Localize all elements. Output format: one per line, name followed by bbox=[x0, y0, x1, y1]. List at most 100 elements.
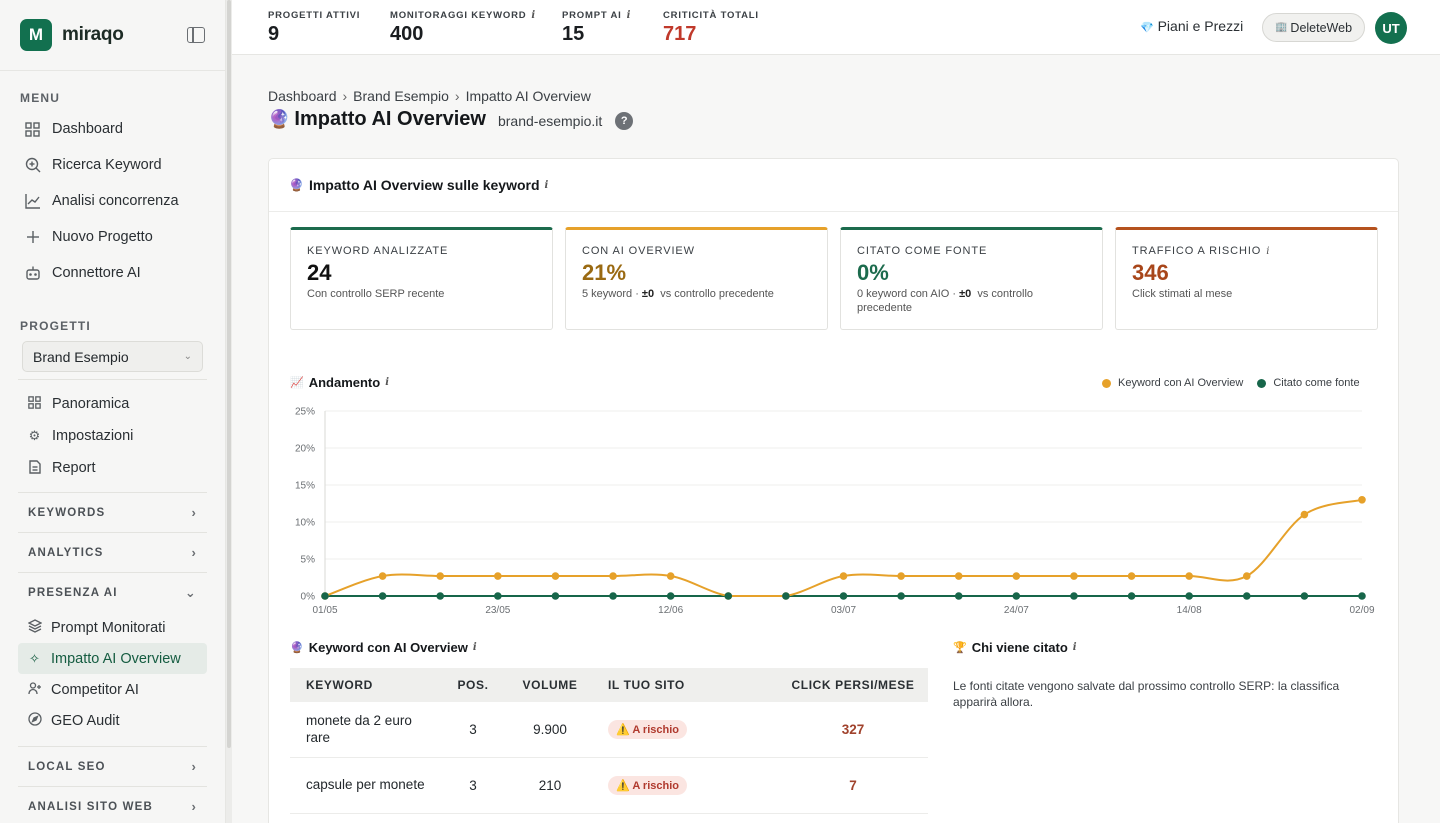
series-point bbox=[1358, 496, 1366, 504]
group-keywords[interactable]: KEYWORDS › bbox=[18, 492, 207, 532]
kpi-delta: ±0 bbox=[641, 288, 655, 300]
kpi-label: CITATO COME FONTE bbox=[857, 245, 988, 257]
group-local-seo[interactable]: LOCAL SEO › bbox=[18, 746, 207, 786]
info-icon[interactable]: i bbox=[385, 377, 389, 388]
series-point bbox=[897, 572, 905, 580]
breadcrumb-brand[interactable]: Brand Esempio bbox=[353, 88, 449, 104]
compass-icon bbox=[27, 712, 42, 729]
series-point bbox=[494, 572, 502, 580]
series-point bbox=[436, 592, 445, 600]
status-badge: ⚠️ A rischio bbox=[608, 776, 688, 795]
kpi-sub-text: 0 keyword con AIO · bbox=[857, 288, 960, 300]
brand-header: M miraqo bbox=[0, 0, 225, 71]
col-il-tuo-sito[interactable]: IL TUO SITO bbox=[590, 678, 728, 692]
card-header: 🔮 Impatto AI Overview sulle keyword i bbox=[269, 159, 1398, 212]
x-tick-label: 01/05 bbox=[312, 605, 337, 616]
kpi-traffico-a-rischio: TRAFFICO A RISCHIO i 346 Click stimati al… bbox=[1115, 227, 1378, 330]
series-point bbox=[494, 592, 502, 600]
sparkle-icon: ✧ bbox=[29, 650, 40, 666]
col-pos[interactable]: POS. bbox=[436, 678, 510, 692]
kpi-value: 24 bbox=[307, 260, 332, 285]
account-button[interactable]: 🏢 DeleteWeb bbox=[1262, 13, 1365, 42]
series-point bbox=[321, 592, 329, 600]
sidebar-item-label: Dashboard bbox=[52, 121, 123, 137]
sidebar-item-prompt-monitorati[interactable]: Prompt Monitorati bbox=[18, 612, 207, 643]
project-select[interactable]: Brand Esempio ⌄ bbox=[22, 341, 203, 372]
sidebar-item-panoramica[interactable]: Panoramica bbox=[0, 388, 225, 420]
info-icon[interactable]: i bbox=[531, 10, 536, 21]
sidebar: M miraqo MENU Dashboard Ricerca Keyword … bbox=[0, 0, 226, 823]
series-point bbox=[1127, 592, 1136, 600]
info-icon[interactable]: i bbox=[1073, 642, 1077, 653]
page-title: Impatto AI Overview bbox=[294, 108, 486, 130]
sidebar-item-nuovo-progetto[interactable]: Nuovo Progetto bbox=[0, 219, 225, 255]
cell-keyword: monete da 2 euro rare bbox=[306, 713, 412, 745]
table-row[interactable]: capsule per monete 3 210 ⚠️ A rischio 7 bbox=[290, 758, 928, 814]
sidebar-item-dashboard[interactable]: Dashboard bbox=[0, 111, 225, 147]
kpi-label: KEYWORD ANALIZZATE bbox=[307, 245, 449, 257]
info-icon[interactable]: i bbox=[545, 180, 549, 191]
scrollbar-thumb[interactable] bbox=[227, 0, 231, 748]
logo[interactable]: M bbox=[20, 19, 52, 51]
group-presenza-ai[interactable]: PRESENZA AI ⌄ bbox=[18, 572, 207, 612]
series-point bbox=[839, 592, 848, 600]
kpi-sub: 0 keyword con AIO · ±0 vs controllo prec… bbox=[857, 288, 1086, 316]
cited-title: 🏆 Chi viene citato i bbox=[953, 640, 1077, 655]
sidebar-item-label: Nuovo Progetto bbox=[52, 229, 153, 245]
sidebar-toggle-icon[interactable] bbox=[187, 27, 205, 43]
legend-item-ai-overview[interactable]: Keyword con AI Overview bbox=[1102, 377, 1243, 389]
chevron-down-icon: ⌄ bbox=[183, 351, 192, 362]
sidebar-item-label: Connettore AI bbox=[52, 265, 141, 281]
sidebar-item-competitor-ai[interactable]: Competitor AI bbox=[18, 674, 207, 705]
col-keyword[interactable]: KEYWORD bbox=[290, 678, 436, 692]
group-label: KEYWORDS bbox=[28, 506, 106, 519]
col-click-persi[interactable]: CLICK PERSI/MESE bbox=[728, 678, 928, 692]
sidebar-scrollbar[interactable] bbox=[226, 0, 232, 823]
plans-link[interactable]: 💎 Piani e Prezzi bbox=[1140, 18, 1243, 34]
sidebar-item-impatto-ai-overview[interactable]: ✧ Impatto AI Overview bbox=[18, 643, 207, 674]
sidebar-item-label: Report bbox=[52, 460, 96, 476]
avatar[interactable]: UT bbox=[1375, 12, 1407, 44]
breadcrumb: Dashboard › Brand Esempio › Impatto AI Overv… bbox=[268, 88, 591, 104]
series-point bbox=[724, 592, 733, 600]
series-point bbox=[954, 572, 963, 580]
series-point bbox=[954, 592, 963, 600]
series-point bbox=[666, 572, 675, 580]
cited-note: Le fonti citate vengono salvate dal pros… bbox=[953, 679, 1340, 709]
sidebar-item-geo-audit[interactable]: GEO Audit bbox=[18, 705, 207, 736]
stat-label: PROGETTI ATTIVI bbox=[268, 10, 361, 21]
sidebar-item-report[interactable]: Report bbox=[0, 452, 225, 484]
series-line bbox=[324, 498, 1363, 597]
series-point bbox=[1185, 592, 1193, 600]
crystal-ball-icon: 🔮 bbox=[268, 109, 291, 129]
series-point bbox=[609, 592, 617, 600]
status-badge: ⚠️ A rischio bbox=[608, 720, 688, 739]
cell-pos: 3 bbox=[469, 778, 477, 793]
group-analisi-sito-web[interactable]: ANALISI SITO WEB › bbox=[18, 786, 207, 823]
sidebar-item-ricerca-keyword[interactable]: Ricerca Keyword bbox=[0, 147, 225, 183]
kpi-keyword-analizzate: KEYWORD ANALIZZATE 24 Con controllo SERP… bbox=[290, 227, 553, 330]
sidebar-item-label: GEO Audit bbox=[51, 712, 120, 729]
crystal-ball-icon: 🔮 bbox=[290, 642, 304, 654]
legend-item-citato[interactable]: Citato come fonte bbox=[1257, 377, 1360, 389]
col-volume[interactable]: VOLUME bbox=[510, 678, 590, 692]
trend-chart: 0% 5% 10% 15% 20% 25% 01/05 23/05 12/06 03/07 24/0… bbox=[295, 407, 1375, 617]
sidebar-item-impostazioni[interactable]: ⚙ Impostazioni bbox=[0, 420, 225, 452]
help-icon[interactable]: ? bbox=[615, 112, 634, 130]
group-analytics[interactable]: ANALYTICS › bbox=[18, 532, 207, 572]
kpi-sub: Click stimati al mese bbox=[1132, 288, 1233, 300]
info-icon[interactable]: i bbox=[1266, 246, 1270, 257]
brand-name[interactable]: miraqo bbox=[62, 24, 124, 46]
stat-prompt-ai: PROMPT AI i 15 bbox=[562, 10, 631, 46]
info-icon[interactable]: i bbox=[473, 642, 477, 653]
table-row[interactable]: monete da 2 euro rare 3 9.900 ⚠️ A risch… bbox=[290, 702, 928, 758]
series-point bbox=[378, 592, 387, 600]
sidebar-item-connettore-ai[interactable]: Connettore AI bbox=[0, 255, 225, 291]
info-icon[interactable]: i bbox=[627, 10, 632, 21]
sidebar-item-analisi-concorrenza[interactable]: Analisi concorrenza bbox=[0, 183, 225, 219]
series-point bbox=[1358, 592, 1366, 600]
breadcrumb-dashboard[interactable]: Dashboard bbox=[268, 88, 337, 104]
sidebar-item-label: Ricerca Keyword bbox=[52, 157, 162, 173]
keywords-title: 🔮 Keyword con AI Overview i bbox=[290, 640, 477, 655]
cell-pos: 3 bbox=[469, 722, 477, 737]
